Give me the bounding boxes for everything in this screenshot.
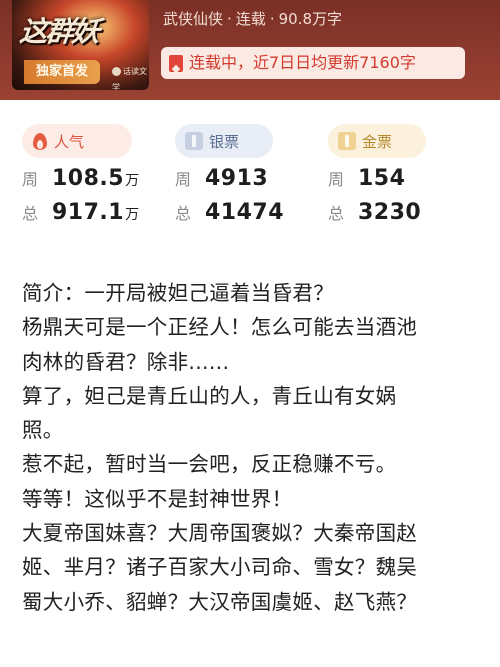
popularity-label: 人气 [54, 132, 85, 151]
word-count: 90.8万字 [278, 10, 342, 28]
total-key: 总 [328, 204, 345, 223]
gold-ticket-icon [338, 132, 356, 150]
silver-week-value: 4913 [205, 166, 269, 191]
popularity-total-value: 917.1 [52, 200, 125, 225]
publisher-logo-icon [112, 67, 121, 76]
gold-ticket-pill[interactable]: 金票 [328, 124, 426, 158]
stats-card: 人气 周 108.5 万 总 917.1 万 银票 周 4913 总 41474 [0, 102, 500, 250]
book-meta: 武侠仙侠 · 连载 · 90.8万字 [163, 8, 342, 30]
bookmark-icon [169, 54, 183, 72]
book-cover[interactable]: 这群妖 独家首发 话读文学 [12, 0, 149, 90]
flame-icon [32, 131, 48, 151]
gold-total-row: 总 3230 [328, 200, 478, 226]
cover-title-art: 这群妖 [18, 15, 100, 48]
week-key: 周 [175, 170, 192, 189]
silver-total-row: 总 41474 [175, 200, 325, 226]
popularity-week-unit: 万 [125, 173, 140, 189]
gold-total-value: 3230 [358, 200, 422, 225]
intro-line: 惹不起，暂时当一会吧，反正稳赚不亏。 [22, 452, 397, 477]
intro-line: 蜀大小乔、貂蝉？大汉帝国虞姬、赵飞燕？ [22, 589, 418, 614]
cover-publisher: 话读文学 [112, 64, 149, 90]
gold-ticket-label: 金票 [362, 132, 393, 151]
silver-week-row: 周 4913 [175, 166, 325, 192]
intro-line: 肉林的昏君？除非...... [22, 349, 230, 374]
gold-week-row: 周 154 [328, 166, 478, 192]
silver-ticket-stat[interactable]: 银票 周 4913 总 41474 [175, 124, 325, 226]
intro-line: 简介：一开局被妲己逼着当昏君？ [22, 281, 334, 305]
popularity-stat[interactable]: 人气 周 108.5 万 总 917.1 万 [22, 124, 172, 226]
popularity-week-row: 周 108.5 万 [22, 166, 172, 192]
popularity-pill[interactable]: 人气 [22, 124, 132, 158]
popularity-total-row: 总 917.1 万 [22, 200, 172, 226]
update-notice-text: 连载中，近7日日均更新7160字 [189, 53, 416, 72]
intro-line: 大夏帝国妹喜？大周帝国褒姒？大秦帝国赵 [22, 521, 418, 546]
silver-ticket-icon [185, 132, 203, 150]
week-key: 周 [22, 170, 39, 189]
popularity-total-unit: 万 [125, 207, 140, 223]
popularity-week-value: 108.5 [52, 166, 125, 191]
intro-line: 杨鼎天可是一个正经人！怎么可能去当酒池 [22, 315, 418, 340]
intro-line: 姬、芈月？诸子百家大小司命、雪女？魏吴 [22, 555, 418, 580]
book-intro[interactable]: 简介：一开局被妲己逼着当昏君？ 杨鼎天可是一个正经人！怎么可能去当酒池 肉林的昏… [22, 276, 492, 619]
book-header: 这群妖 独家首发 话读文学 武侠仙侠 · 连载 · 90.8万字 连载中，近7日日均更新… [0, 0, 500, 100]
silver-total-value: 41474 [205, 200, 285, 225]
gold-week-value: 154 [358, 166, 406, 191]
silver-ticket-pill[interactable]: 银票 [175, 124, 273, 158]
meta-separator: · [269, 10, 275, 28]
intro-line: 算了，妲己是青丘山的人，青丘山有女娲 [22, 383, 397, 408]
total-key: 总 [175, 204, 192, 223]
genre-label[interactable]: 武侠仙侠 [163, 10, 223, 28]
gold-ticket-stat[interactable]: 金票 周 154 总 3230 [328, 124, 478, 226]
meta-separator: · [227, 10, 232, 28]
silver-ticket-label: 银票 [209, 132, 240, 151]
week-key: 周 [328, 170, 345, 189]
total-key: 总 [22, 204, 39, 223]
intro-line: 等等！这似乎不是封神世界！ [22, 486, 293, 511]
intro-line: 照。 [22, 418, 64, 443]
status-label: 连载 [235, 10, 266, 28]
exclusive-badge: 独家首发 [24, 60, 100, 84]
update-notice[interactable]: 连载中，近7日日均更新7160字 [161, 47, 465, 79]
